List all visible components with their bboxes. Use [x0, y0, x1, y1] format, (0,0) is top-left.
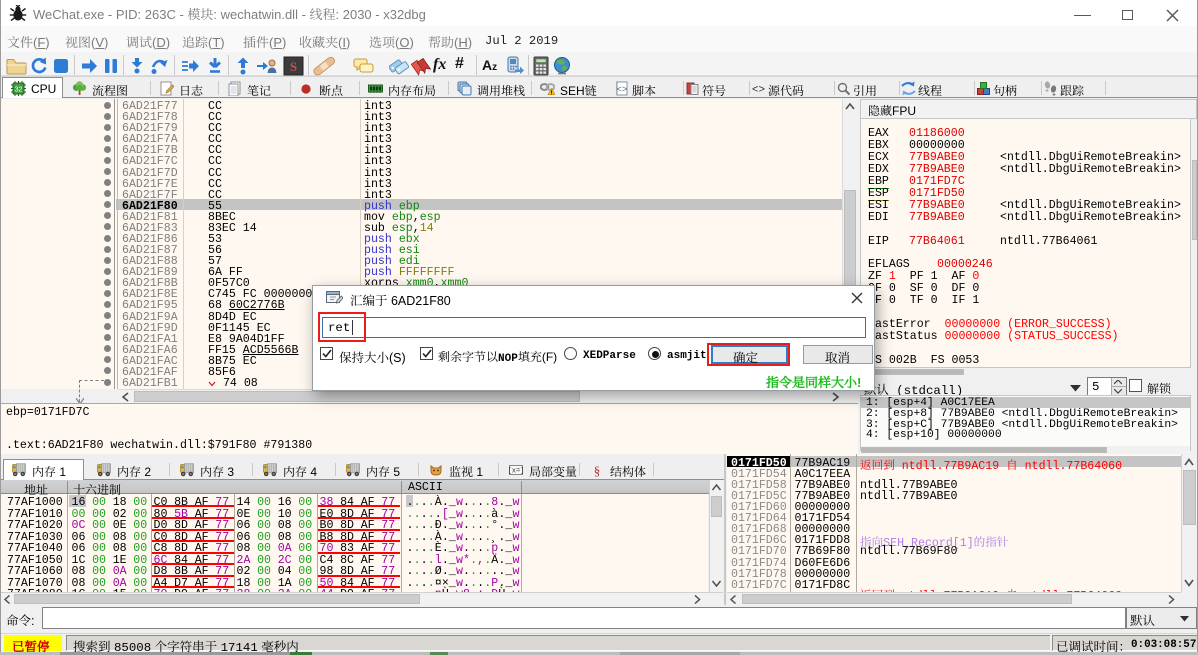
- svg-text:§: §: [594, 463, 601, 477]
- svg-text:<>: <>: [752, 85, 765, 97]
- svg-text:32: 32: [15, 87, 23, 94]
- svg-text:<>: <>: [617, 85, 628, 95]
- svg-text:S: S: [290, 59, 297, 74]
- svg-text:[x=]: [x=]: [509, 467, 523, 475]
